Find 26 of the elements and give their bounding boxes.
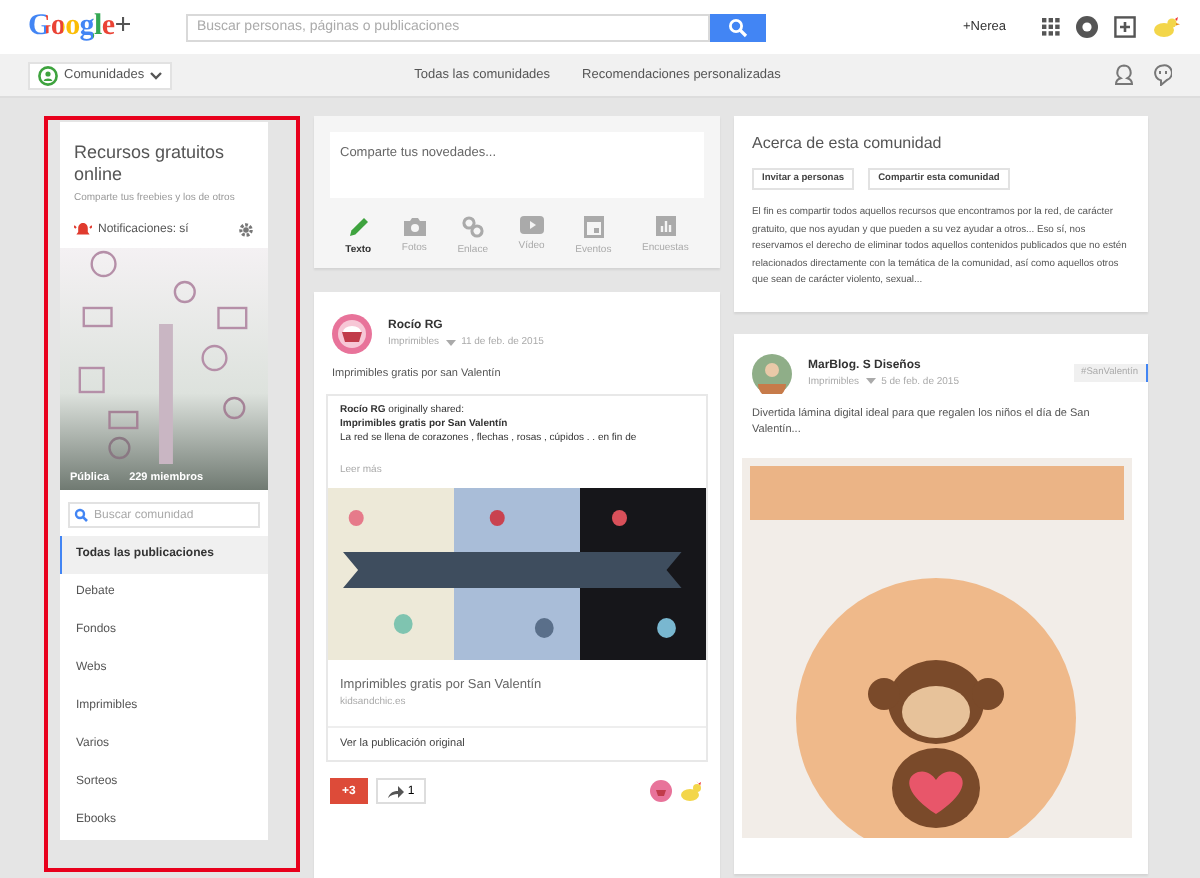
notifications-icon[interactable] (1076, 16, 1098, 38)
avatar-icon[interactable] (752, 353, 792, 394)
share-arrow-icon (387, 785, 404, 797)
cupcake-avatar-icon[interactable] (650, 780, 672, 802)
link-icon (461, 216, 484, 238)
camera-icon (403, 216, 426, 236)
caret-icon (865, 378, 876, 385)
share-box-icon[interactable] (1114, 16, 1136, 38)
apps-grid-icon[interactable] (1042, 18, 1060, 36)
bell-icon[interactable] (74, 222, 92, 238)
chat-bubble-icon[interactable] (1154, 64, 1172, 86)
chart-icon (655, 216, 676, 236)
search-icon (728, 17, 749, 37)
caret-icon (150, 71, 163, 79)
search-button[interactable] (710, 13, 767, 41)
pencil-icon (347, 216, 370, 238)
communities-icon (38, 65, 58, 85)
caret-icon (445, 339, 456, 345)
about-title: Acerca de esta comunidad (752, 134, 944, 152)
settings-icon[interactable] (238, 222, 254, 238)
search-icon (74, 508, 88, 522)
cupcake-avatar-icon[interactable] (332, 314, 372, 354)
community-title: Recursos gratuitos online (74, 142, 227, 186)
google-plus-logo[interactable]: Google+ (28, 10, 131, 44)
video-icon (519, 216, 544, 234)
calendar-icon (583, 216, 604, 238)
